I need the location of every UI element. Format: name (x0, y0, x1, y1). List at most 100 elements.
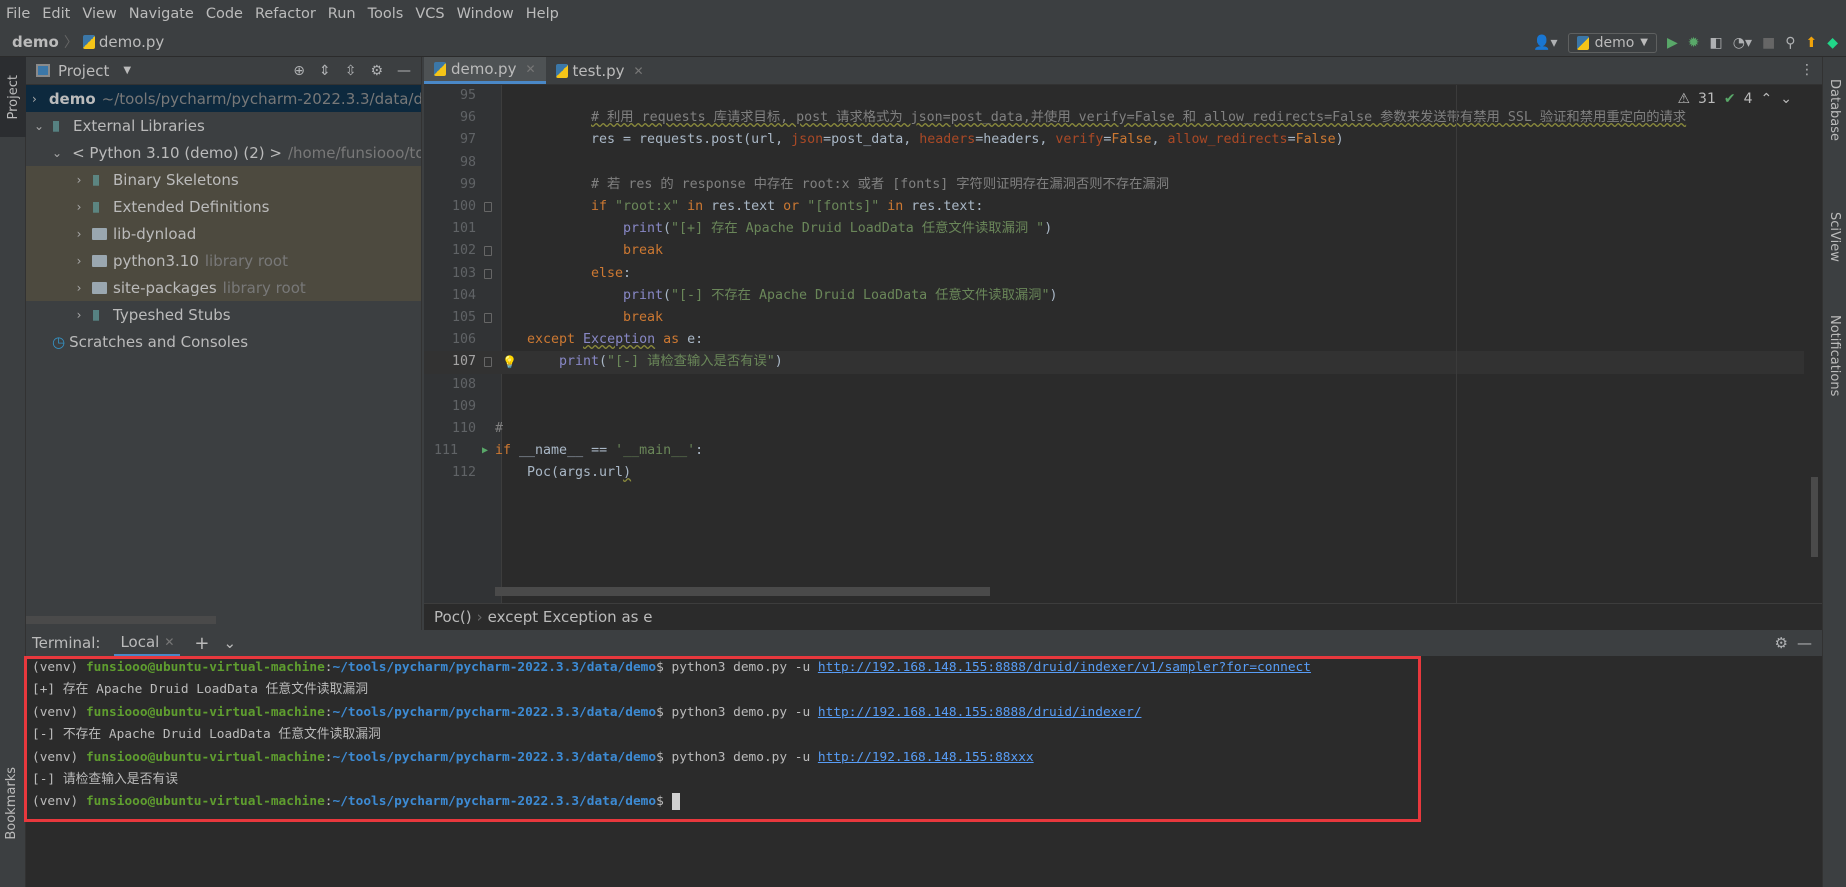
terminal-tab-local[interactable]: Local ✕ (114, 630, 181, 656)
fold-marker-icon[interactable] (484, 268, 492, 279)
pycharm-logo-icon[interactable]: ◆ (1827, 35, 1838, 51)
menu-vcs[interactable]: VCS (415, 6, 444, 22)
new-terminal-icon[interactable]: + (194, 633, 209, 654)
code-line[interactable]: 102 break (424, 240, 1804, 262)
menu-window[interactable]: Window (457, 6, 514, 22)
gear-icon[interactable]: ⚙ (370, 63, 383, 79)
close-icon[interactable]: ✕ (634, 64, 644, 78)
chevron-icon[interactable]: › (32, 92, 37, 106)
code-line[interactable]: 101 print("[+] 存在 Apache Druid LoadData 任… (424, 218, 1804, 240)
chevron-icon[interactable]: ⌄ (52, 146, 62, 160)
code-line[interactable]: 108 (424, 374, 1804, 396)
code-line[interactable]: 98 (424, 152, 1804, 174)
terminal-output[interactable]: (venv) funsiooo@ubuntu-virtual-machine:~… (24, 656, 1822, 887)
hide-icon[interactable]: — (397, 63, 411, 79)
editor-vertical-scrollbar[interactable] (1811, 477, 1818, 557)
menu-code[interactable]: Code (206, 6, 243, 22)
stop-icon[interactable]: ■ (1762, 35, 1775, 51)
tree-item[interactable]: › ||| Typeshed Stubs (26, 301, 421, 328)
coverage-icon[interactable]: ◧ (1710, 35, 1723, 51)
tree-item[interactable]: › lib-dynload (26, 220, 421, 247)
gear-icon[interactable]: ⚙ (1775, 634, 1788, 652)
code-line[interactable]: 107 💡 print("[-] 请检查输入是否有误") (424, 351, 1804, 374)
code-line[interactable]: 96 # 利用 requests 库请求目标, post 请求格式为 json=p… (424, 107, 1804, 129)
tree-item[interactable]: ◷ Scratches and Consoles (26, 328, 421, 355)
previous-highlight-icon[interactable]: ⌃ (1761, 91, 1773, 107)
chevron-icon[interactable]: › (72, 254, 86, 268)
next-highlight-icon[interactable]: ⌄ (1780, 91, 1792, 107)
terminal-link[interactable]: http://192.168.148.155:8888/druid/indexe… (818, 660, 1311, 675)
project-tool-button[interactable]: Project (0, 57, 26, 137)
tree-item[interactable]: › ||| Extended Definitions (26, 193, 421, 220)
run-icon[interactable]: ▶ (1667, 35, 1678, 51)
close-icon[interactable]: ✕ (164, 635, 174, 649)
chevron-icon[interactable]: › (72, 227, 86, 241)
fold-marker-icon[interactable] (484, 246, 492, 257)
chevron-icon[interactable]: › (72, 308, 86, 322)
chevron-icon[interactable]: › (72, 200, 86, 214)
menu-help[interactable]: Help (526, 6, 559, 22)
user-icon[interactable]: 👤▾ (1533, 35, 1557, 51)
tree-item[interactable]: ⌄ < Python 3.10 (demo) (2) > /home/funsioo… (26, 139, 421, 166)
debug-icon[interactable]: ✹ (1688, 35, 1700, 51)
inspection-widget[interactable]: ⚠ 31 ✔ 4 ⌃ ⌄ (1677, 91, 1792, 107)
expand-all-icon[interactable]: ⇕ (319, 63, 331, 79)
lightbulb-icon[interactable]: 💡 (502, 351, 517, 373)
nav-file[interactable]: demo.py (99, 33, 164, 51)
code-line[interactable]: 103 else: (424, 263, 1804, 285)
notifications-tool-button[interactable]: Notifications (1827, 315, 1842, 396)
menu-file[interactable]: File (6, 6, 30, 22)
terminal-link[interactable]: http://192.168.148.155:88xxx (818, 750, 1034, 765)
more-options-icon[interactable]: ⋮ (1800, 62, 1814, 78)
collapse-all-icon[interactable]: ⇳ (345, 63, 357, 79)
menu-tools[interactable]: Tools (368, 6, 404, 22)
project-horizontal-scrollbar[interactable] (26, 616, 216, 624)
menu-edit[interactable]: Edit (42, 6, 70, 22)
tab-demo-py[interactable]: demo.py ✕ (424, 57, 546, 84)
hide-icon[interactable]: — (1797, 634, 1812, 652)
code-line[interactable]: 109 (424, 396, 1804, 418)
run-config-select[interactable]: demo ▼ (1567, 32, 1657, 53)
code-line[interactable]: 111 ▶ if __name__ == '__main__': (424, 440, 1804, 462)
tree-item[interactable]: › site-packages library root (26, 274, 421, 301)
menu-view[interactable]: View (82, 6, 116, 22)
chevron-down-icon[interactable]: ⌄ (224, 634, 237, 652)
code-line[interactable]: 104 print("[-] 不存在 Apache Druid LoadData … (424, 285, 1804, 307)
fold-marker-icon[interactable] (484, 202, 492, 212)
locate-icon[interactable]: ⊕ (293, 63, 305, 79)
nav-project[interactable]: demo (12, 33, 59, 51)
code-line[interactable]: 100 if "root:x" in res.text or "[fonts]" … (424, 196, 1804, 218)
project-view-select[interactable]: Project (58, 62, 109, 80)
menu-refactor[interactable]: Refactor (255, 6, 316, 22)
chevron-icon[interactable]: › (72, 281, 86, 295)
database-tool-button[interactable]: Database (1827, 79, 1842, 141)
terminal-link[interactable]: http://192.168.148.155:8888/druid/indexe… (818, 705, 1142, 720)
fold-marker-icon[interactable] (484, 357, 492, 368)
tree-item[interactable]: › demo ~/tools/pycharm/pycharm-2022.3.3/da… (26, 85, 421, 112)
code-line[interactable]: 95 (424, 85, 1804, 107)
chevron-icon[interactable]: › (72, 173, 86, 187)
code-line[interactable]: 112 Poc(args.url) (424, 462, 1804, 484)
menu-run[interactable]: Run (328, 6, 356, 22)
tab-test-py[interactable]: test.py ✕ (546, 57, 654, 84)
tree-item[interactable]: › python3.10 library root (26, 247, 421, 274)
code-line[interactable]: 110 # (424, 418, 1804, 440)
dropdown-arrow-icon[interactable]: ▼ (123, 65, 131, 76)
close-icon[interactable]: ✕ (525, 62, 535, 76)
fold-marker-icon[interactable] (484, 313, 492, 323)
menu-navigate[interactable]: Navigate (129, 6, 194, 22)
code-line[interactable]: 99 # 若 res 的 response 中存在 root:x 或者 [font… (424, 174, 1804, 196)
update-icon[interactable]: ⬆ (1805, 35, 1817, 51)
profile-icon[interactable]: ◔▾ (1733, 35, 1752, 51)
search-icon[interactable]: ⚲ (1785, 35, 1795, 51)
tree-item[interactable]: › ||| Binary Skeletons (26, 166, 421, 193)
code-area[interactable]: 95 96 # 利用 requests 库请求目标, post 请求格式为 json… (424, 85, 1822, 603)
editor-horizontal-scrollbar[interactable] (495, 587, 990, 596)
chevron-icon[interactable]: ⌄ (32, 119, 46, 133)
code-line[interactable]: 97 res = requests.post(url, json=post_dat… (424, 129, 1804, 151)
breadcrumb-function[interactable]: Poc() (434, 608, 472, 626)
breadcrumb-except[interactable]: except Exception as e (488, 608, 653, 626)
code-line[interactable]: 106 except Exception as e: (424, 329, 1804, 351)
run-gutter-icon[interactable]: ▶ (482, 440, 488, 462)
tree-item[interactable]: ⌄ ||| External Libraries (26, 112, 421, 139)
